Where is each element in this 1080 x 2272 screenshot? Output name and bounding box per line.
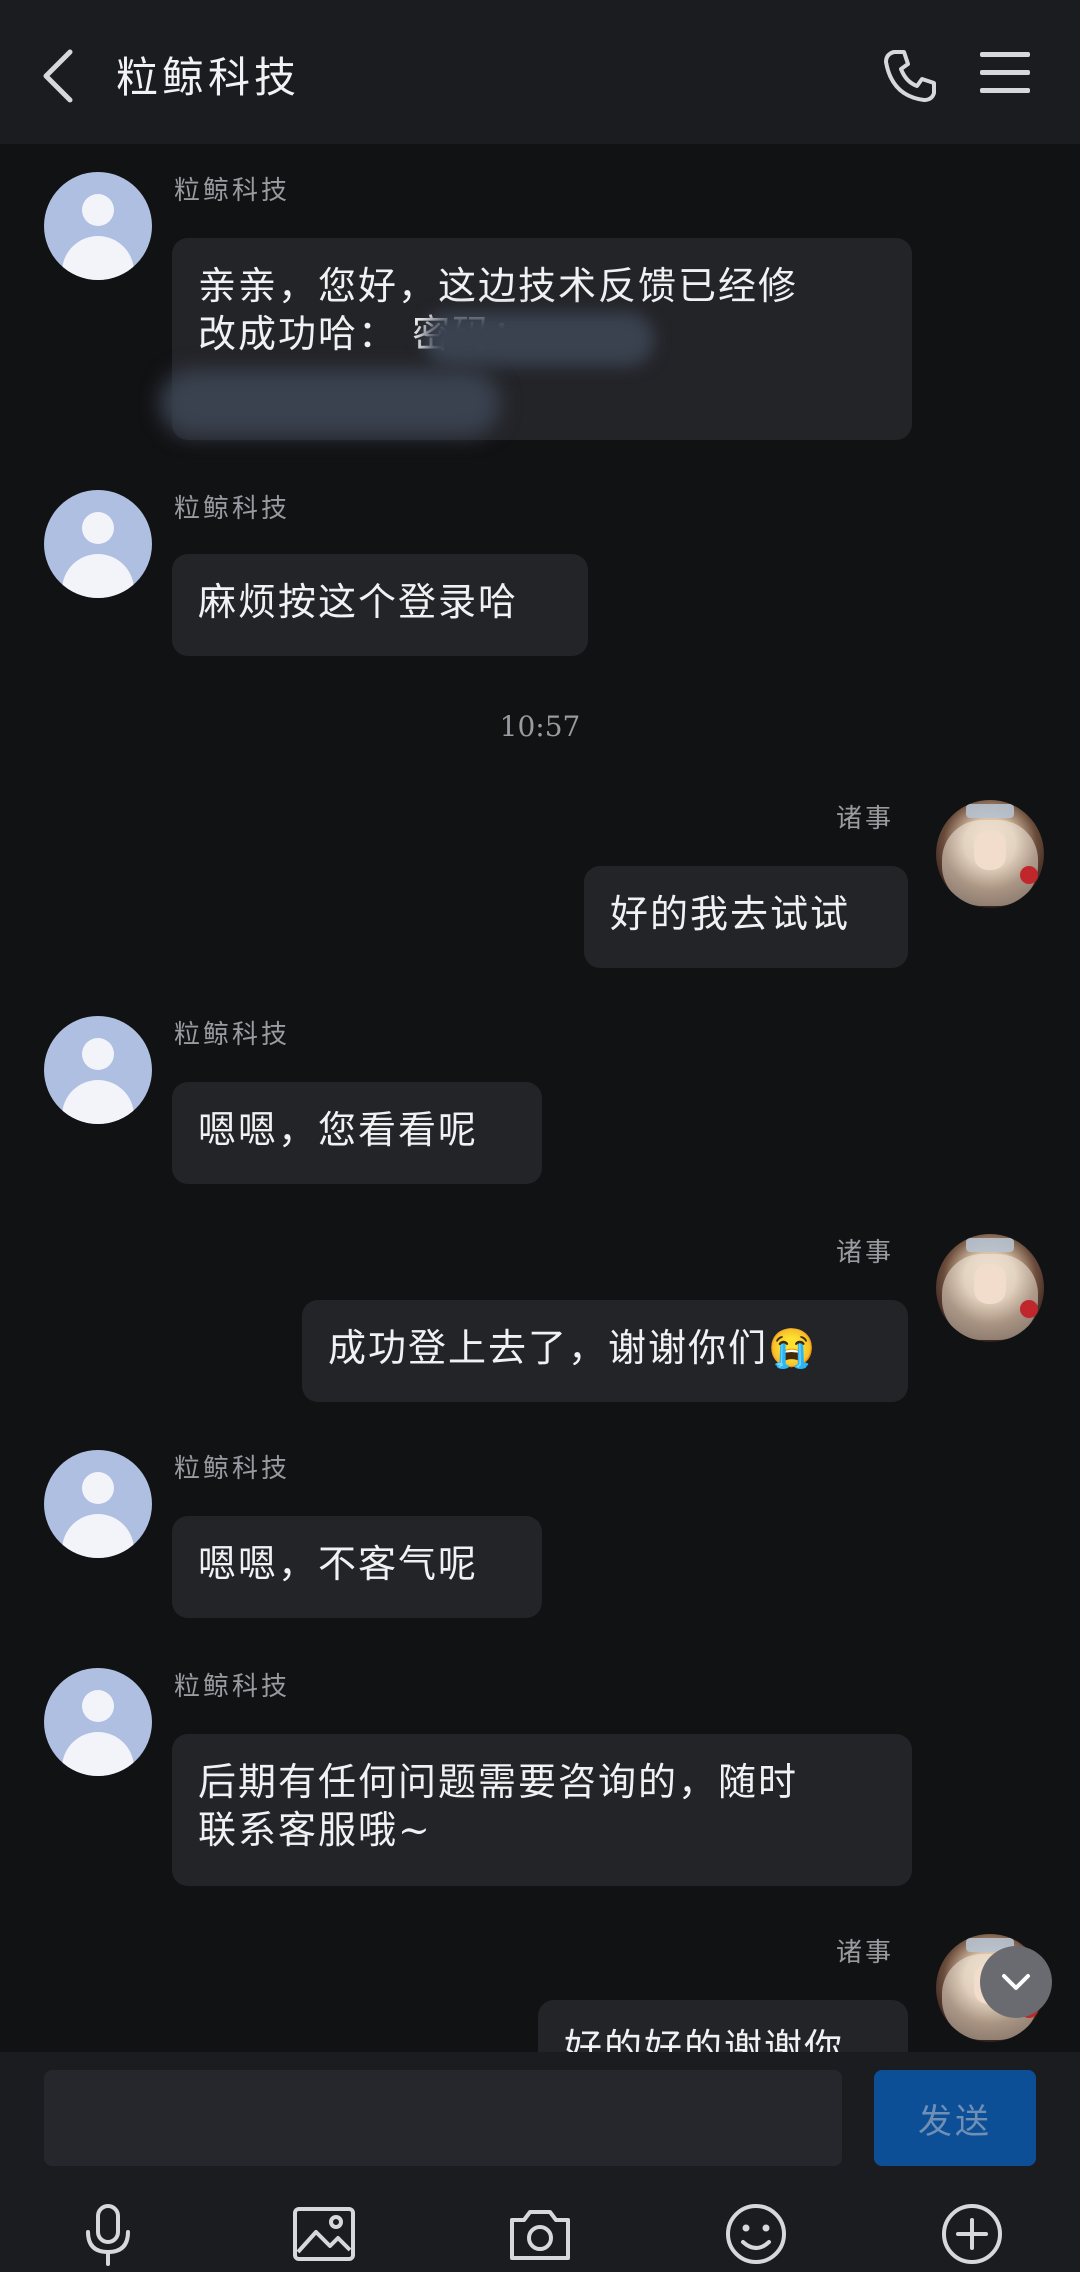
call-button[interactable] — [880, 46, 940, 106]
sender-name: 粒鲸科技 — [174, 1020, 291, 1050]
message-line: 嗯嗯，您看看呢 — [198, 1108, 479, 1152]
send-button[interactable]: 发送 — [874, 2070, 1036, 2166]
message-bubble[interactable]: 好的我去试试 — [584, 866, 908, 968]
contact-avatar[interactable] — [44, 490, 152, 598]
message-bubble[interactable]: 成功登上去了，谢谢你们😭 — [302, 1300, 908, 1402]
back-button[interactable] — [38, 46, 82, 106]
sender-name: 诸事 — [836, 1238, 895, 1268]
message-bubble[interactable]: 后期有任何问题需要咨询的，随时 联系客服哦~ — [172, 1734, 912, 1886]
emoji-icon — [726, 2204, 786, 2264]
message-line: 好的我去试试 — [610, 892, 851, 936]
user-avatar[interactable] — [936, 1234, 1044, 1342]
user-avatar[interactable] — [936, 800, 1044, 908]
sender-name: 粒鲸科技 — [174, 176, 291, 206]
timestamp: 10:57 — [499, 710, 581, 743]
hamburger-icon — [980, 52, 1030, 93]
redaction-blur — [160, 370, 500, 436]
message-line: 好的好的谢谢你 — [564, 2026, 845, 2052]
contact-avatar[interactable] — [44, 1668, 152, 1776]
microphone-icon — [86, 2204, 130, 2266]
chat-list[interactable]: 粒鲸科技 亲亲，您好，这边技术反馈已经修 改成功哈： 密码： 粒鲸科技 麻烦按这… — [0, 144, 1080, 2052]
redaction-blur — [424, 312, 654, 366]
message-bubble[interactable]: 嗯嗯，不客气呢 — [172, 1516, 542, 1618]
camera-button[interactable] — [506, 2200, 574, 2268]
top-bar: 粒鲸科技 — [0, 0, 1080, 144]
input-bar: 发送 — [0, 2052, 1080, 2272]
more-button[interactable] — [938, 2200, 1006, 2268]
chat-title: 粒鲸科技 — [116, 53, 301, 102]
back-arrow-icon — [43, 49, 73, 103]
message-line: 亲亲，您好，这边技术反馈已经修 — [198, 264, 799, 308]
voice-button[interactable] — [74, 2200, 142, 2268]
message-line: 嗯嗯，不客气呢 — [198, 1542, 479, 1586]
emoji-button[interactable] — [722, 2200, 790, 2268]
plus-icon — [942, 2204, 1002, 2264]
contact-avatar[interactable] — [44, 1016, 152, 1124]
message-bubble[interactable]: 好的好的谢谢你 — [538, 2000, 908, 2052]
message-line: 麻烦按这个登录哈 — [198, 580, 519, 624]
message-bubble[interactable]: 麻烦按这个登录哈 — [172, 554, 588, 656]
image-button[interactable] — [290, 2200, 358, 2268]
sender-name: 粒鲸科技 — [174, 1454, 291, 1484]
scroll-to-bottom-button[interactable] — [980, 1946, 1052, 2018]
sender-name: 诸事 — [836, 804, 895, 834]
chevron-down-icon — [1002, 1974, 1030, 1990]
sender-name: 诸事 — [836, 1938, 895, 1968]
message-line: 后期有任何问题需要咨询的，随时 — [198, 1760, 799, 1804]
contact-avatar[interactable] — [44, 172, 152, 280]
camera-icon — [510, 2210, 570, 2260]
sender-name: 粒鲸科技 — [174, 1672, 291, 1702]
message-bubble[interactable]: 嗯嗯，您看看呢 — [172, 1082, 542, 1184]
phone-icon — [884, 50, 936, 102]
image-icon — [293, 2207, 355, 2261]
message-input[interactable] — [44, 2070, 842, 2166]
sender-name: 粒鲸科技 — [174, 494, 291, 524]
menu-button[interactable] — [980, 52, 1030, 98]
message-line: 联系客服哦~ — [198, 1808, 432, 1852]
message-line: 成功登上去了，谢谢你们😭 — [328, 1326, 818, 1370]
contact-avatar[interactable] — [44, 1450, 152, 1558]
